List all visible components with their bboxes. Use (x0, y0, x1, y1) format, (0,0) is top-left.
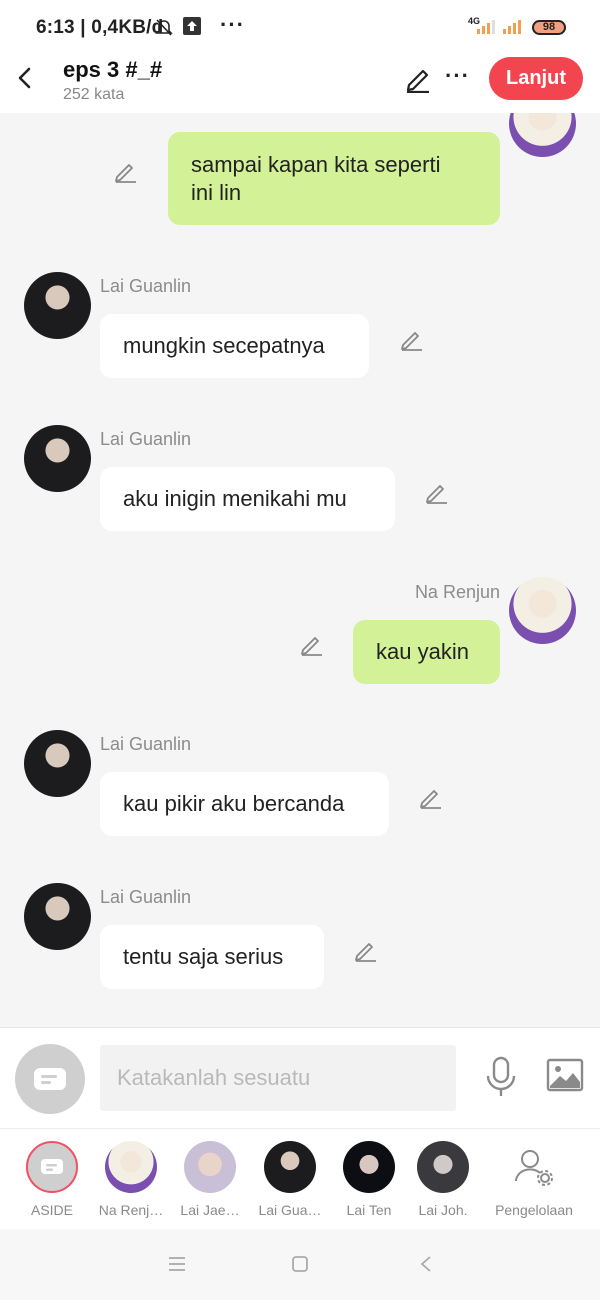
system-nav-bar (0, 1229, 600, 1300)
manage-characters-button[interactable]: Pengelolaan (494, 1139, 574, 1224)
character-label: Lai Jae… (180, 1202, 240, 1218)
character-lai-jae[interactable]: Lai Jae… (170, 1139, 250, 1224)
sender-name: Na Renjun (414, 582, 500, 602)
avatar (343, 1141, 395, 1193)
character-strip: ASIDE Na Renj… Lai Jae… Lai Gua… Lai Ten… (0, 1128, 600, 1229)
character-lai-guanlin[interactable]: Lai Gua… (250, 1139, 330, 1224)
signal-icon-2 (503, 20, 521, 34)
message-bubble[interactable]: kau yakin (353, 620, 500, 684)
avatar (184, 1141, 236, 1193)
character-label: ASIDE (30, 1202, 73, 1218)
avatar[interactable] (509, 577, 576, 644)
character-na-renjun[interactable]: Na Renj… (91, 1139, 171, 1224)
header: eps 3 #_# 252 kata ··· Lanjut (0, 55, 600, 113)
sender-name: Lai Guanlin (100, 429, 192, 449)
status-time-network: 6:13 | 0,4KB/d (36, 17, 164, 38)
sender-name: Lai Guanlin (100, 887, 192, 907)
input-bar (0, 1027, 600, 1128)
aside-icon (26, 1141, 78, 1193)
avatar (105, 1141, 157, 1193)
character-label: Lai Joh. (418, 1202, 468, 1218)
avatar[interactable] (24, 272, 91, 339)
message-text: aku inigin menikahi mu (123, 486, 347, 511)
message-text: ini lin (191, 180, 242, 205)
avatar (417, 1141, 469, 1193)
character-aside[interactable]: ASIDE (12, 1139, 92, 1224)
microphone-icon[interactable] (484, 1056, 518, 1098)
edit-message-icon[interactable] (399, 327, 425, 351)
continue-button[interactable]: Lanjut (489, 57, 583, 100)
more-notifications-icon: ··· (220, 12, 245, 37)
message-text: tentu saja serius (123, 944, 284, 969)
character-label: Lai Gua… (258, 1202, 322, 1218)
bell-muted-icon (155, 19, 173, 36)
image-icon[interactable] (546, 1058, 584, 1092)
avatar[interactable] (24, 425, 91, 492)
system-back-icon[interactable] (419, 1255, 433, 1273)
character-lai-ten[interactable]: Lai Ten (329, 1139, 409, 1224)
aside-glyph-icon (41, 1159, 63, 1174)
avatar[interactable] (24, 730, 91, 797)
battery-icon: 98 (532, 20, 566, 35)
more-options-icon[interactable]: ··· (445, 63, 470, 89)
status-bar: 6:13 | 0,4KB/d ··· 4G 98 (0, 0, 600, 55)
word-count: 252 kata (63, 86, 125, 103)
edit-message-icon[interactable] (424, 480, 450, 504)
message-bubble[interactable]: kau pikir aku bercanda (100, 772, 389, 836)
sender-name: Lai Guanlin (100, 276, 192, 296)
avatar[interactable] (24, 883, 91, 950)
aside-icon (34, 1068, 66, 1090)
aside-toggle-button[interactable] (15, 1044, 85, 1114)
chat-area[interactable]: sampai kapan kita seperti ini lin Lai Gu… (0, 113, 600, 1027)
character-label: Na Renj… (98, 1202, 164, 1218)
message-text: mungkin secepatnya (123, 333, 325, 358)
message-text: sampai kapan kita seperti (191, 152, 441, 177)
battery-level: 98 (542, 21, 556, 33)
edit-message-icon[interactable] (353, 938, 379, 962)
back-icon[interactable] (12, 63, 38, 93)
sender-name: Lai Guanlin (100, 734, 192, 754)
edit-title-icon[interactable] (404, 65, 432, 93)
edit-message-icon[interactable] (299, 632, 325, 656)
edit-message-icon[interactable] (418, 785, 444, 809)
message-text: kau pikir aku bercanda (123, 791, 345, 816)
message-bubble[interactable]: tentu saja serius (100, 925, 324, 989)
character-label: Pengelolaan (495, 1202, 573, 1218)
character-lai-john[interactable]: Lai Joh. (403, 1139, 483, 1224)
message-text: kau yakin (376, 639, 469, 664)
menu-icon[interactable] (168, 1256, 186, 1272)
message-bubble[interactable]: mungkin secepatnya (100, 314, 369, 378)
home-icon[interactable] (292, 1256, 308, 1272)
user-settings-icon (515, 1150, 553, 1186)
message-input[interactable] (100, 1045, 456, 1111)
page-title: eps 3 #_# (63, 57, 163, 82)
message-bubble[interactable]: aku inigin menikahi mu (100, 467, 395, 531)
message-bubble[interactable]: sampai kapan kita seperti ini lin (168, 132, 500, 225)
avatar[interactable] (509, 113, 576, 157)
upload-icon (183, 17, 201, 35)
signal-icon (477, 20, 495, 34)
edit-message-icon[interactable] (113, 159, 139, 183)
avatar (264, 1141, 316, 1193)
